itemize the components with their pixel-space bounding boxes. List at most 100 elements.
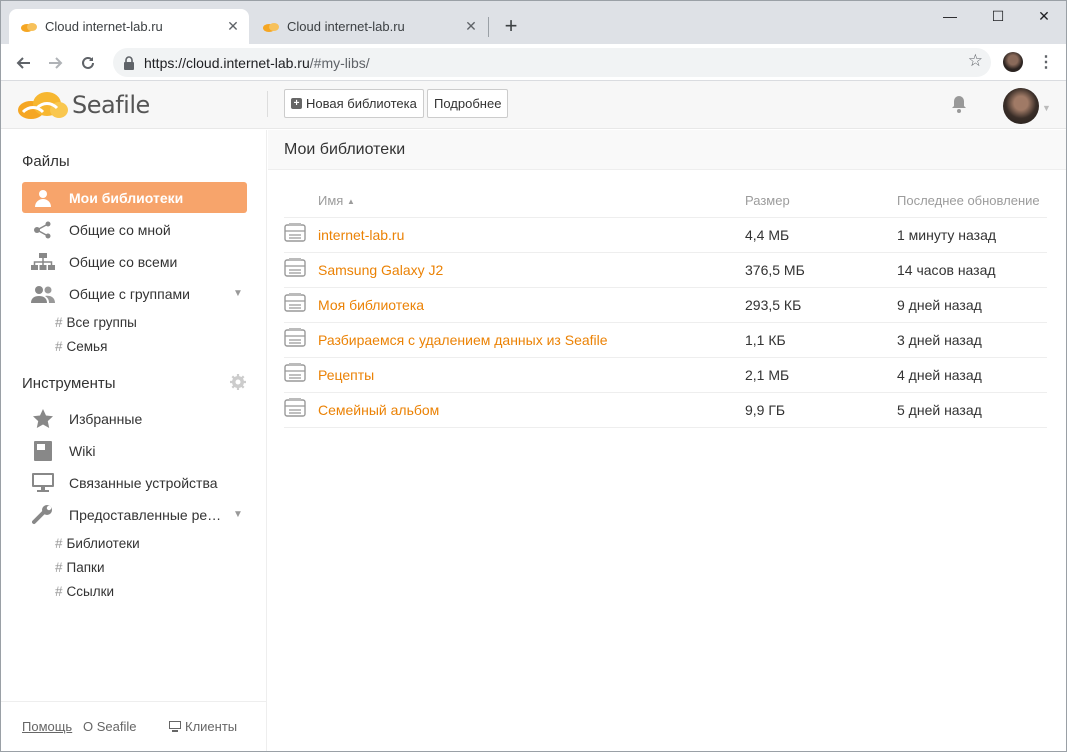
table-row[interactable]: internet-lab.ru 4,4 МБ 1 минуту назад: [284, 217, 1047, 253]
app-header: Seafile + Новая библиотека Подробнее: [1, 81, 1066, 129]
sidebar-item-shared-links[interactable]: Предоставленные ре… ▼: [22, 499, 247, 530]
main-header: Мои библиотеки: [268, 130, 1066, 170]
help-link[interactable]: Помощь: [22, 719, 72, 734]
close-window-button[interactable]: ✕: [1021, 5, 1067, 29]
hash-icon: #: [55, 536, 63, 551]
library-updated: 5 дней назад: [897, 392, 1047, 428]
table-row[interactable]: Рецепты 2,1 МБ 4 дней назад: [284, 357, 1047, 393]
sidebar-item-shared-with-all[interactable]: Общие со всеми: [22, 246, 247, 277]
tab-separator: [488, 17, 489, 37]
browser-profile-avatar[interactable]: [1003, 52, 1023, 72]
url-text: https://cloud.internet-lab.ru/#my-libs/: [144, 55, 370, 71]
sidebar-share-links[interactable]: # Ссылки: [55, 584, 114, 599]
about-link[interactable]: О Seafile: [83, 719, 136, 734]
clients-link[interactable]: Клиенты: [169, 719, 237, 734]
sort-up-icon: ▲: [346, 197, 355, 207]
sidebar-share-folders[interactable]: # Папки: [55, 560, 104, 575]
chevron-down-icon[interactable]: ▼: [229, 509, 247, 520]
library-table: Имя ▲ Размер Последнее обновление intern…: [284, 185, 1047, 428]
book-icon: [30, 440, 56, 462]
updated-column-header[interactable]: Последнее обновление: [897, 185, 1047, 218]
details-button[interactable]: Подробнее: [427, 89, 509, 118]
library-icon: [284, 357, 318, 393]
reload-icon[interactable]: [74, 49, 102, 77]
library-size: 2,1 МБ: [745, 357, 897, 393]
sidebar-item-label: Общие со всеми: [69, 253, 178, 270]
sidebar-group-all[interactable]: # Все группы: [55, 315, 137, 330]
size-column-header[interactable]: Размер: [745, 185, 897, 218]
sidebar-item-shared-with-groups[interactable]: Общие с группами ▼: [22, 278, 247, 309]
page-title: Мои библиотеки: [284, 141, 406, 158]
sidebar-footer: Помощь О Seafile Клиенты: [1, 701, 266, 751]
library-size: 376,5 МБ: [745, 252, 897, 288]
sidebar-item-starred[interactable]: Избранные: [22, 403, 247, 434]
header-divider: [267, 91, 268, 117]
library-name-link[interactable]: Моя библиотека: [318, 287, 745, 323]
table-row[interactable]: Семейный альбом 9,9 ГБ 5 дней назад: [284, 392, 1047, 428]
share-icon: [30, 219, 56, 241]
sidebar-sub-label: Семья: [66, 339, 108, 354]
org-tree-icon: [30, 251, 56, 273]
library-icon: [284, 217, 318, 253]
sidebar-item-label: Мои библиотеки: [69, 189, 184, 206]
new-library-button[interactable]: + Новая библиотека: [284, 89, 424, 118]
bookmark-star-icon[interactable]: ☆: [968, 51, 983, 71]
sidebar-sub-label: Ссылки: [66, 584, 115, 599]
hash-icon: #: [55, 560, 63, 575]
avatar-caret-icon[interactable]: ▼: [1042, 103, 1051, 113]
chevron-down-icon[interactable]: ▼: [229, 288, 247, 299]
library-name-link[interactable]: Samsung Galaxy J2: [318, 252, 745, 288]
sidebar-item-linked-devices[interactable]: Связанные устройства: [22, 467, 247, 498]
library-icon: [284, 287, 318, 323]
table-row[interactable]: Моя библиотека 293,5 КБ 9 дней назад: [284, 287, 1047, 323]
new-tab-button[interactable]: +: [497, 13, 525, 41]
tab-close-icon[interactable]: ✕: [223, 18, 243, 35]
library-size: 1,1 КБ: [745, 322, 897, 358]
browser-tab-active[interactable]: Cloud internet-lab.ru ✕: [9, 9, 249, 44]
gear-icon[interactable]: [230, 374, 246, 390]
library-updated: 9 дней назад: [897, 287, 1047, 323]
tab-close-icon[interactable]: ✕: [461, 18, 481, 35]
browser-menu-icon[interactable]: ⋮: [1036, 49, 1056, 77]
back-arrow-icon[interactable]: [9, 49, 37, 77]
monitor-icon: [169, 721, 181, 732]
library-rows: internet-lab.ru 4,4 МБ 1 минуту назад Samsu…: [284, 217, 1047, 428]
address-bar[interactable]: https://cloud.internet-lab.ru/#my-libs/ …: [113, 48, 991, 77]
tab-title: Cloud internet-lab.ru: [45, 19, 163, 34]
browser-toolbar: https://cloud.internet-lab.ru/#my-libs/ …: [1, 44, 1066, 81]
name-column-header[interactable]: Имя ▲: [318, 185, 745, 218]
sidebar-item-my-libraries[interactable]: Мои библиотеки: [22, 182, 247, 213]
table-row[interactable]: Разбираемся с удалением данных из Seafil…: [284, 322, 1047, 358]
library-name-link[interactable]: Рецепты: [318, 357, 745, 393]
library-name-link[interactable]: internet-lab.ru: [318, 217, 745, 253]
sidebar-item-label: Связанные устройства: [69, 474, 218, 491]
library-name-link[interactable]: Семейный альбом: [318, 392, 745, 428]
forward-arrow-icon[interactable]: [42, 49, 70, 77]
new-library-label: Новая библиотека: [306, 96, 417, 111]
seafile-logo[interactable]: Seafile: [17, 88, 150, 122]
files-heading: Файлы: [22, 153, 70, 170]
library-name-link[interactable]: Разбираемся с удалением данных из Seafil…: [318, 322, 745, 358]
sidebar-sub-label: Все группы: [66, 315, 137, 330]
library-size: 9,9 ГБ: [745, 392, 897, 428]
table-row[interactable]: Samsung Galaxy J2 376,5 МБ 14 часов назад: [284, 252, 1047, 288]
maximize-button[interactable]: ☐: [975, 5, 1021, 29]
library-icon: [284, 252, 318, 288]
user-avatar[interactable]: [1003, 88, 1039, 124]
library-size: 293,5 КБ: [745, 287, 897, 323]
sidebar-item-wiki[interactable]: Wiki: [22, 435, 247, 466]
hash-icon: #: [55, 584, 63, 599]
lock-icon: [124, 55, 134, 70]
group-icon: [30, 283, 56, 305]
sidebar-item-shared-with-me[interactable]: Общие со мной: [22, 214, 247, 245]
bell-icon[interactable]: [949, 94, 969, 114]
browser-tab[interactable]: Cloud internet-lab.ru ✕: [251, 9, 487, 44]
minimize-button[interactable]: —: [927, 5, 973, 29]
sidebar-group-family[interactable]: # Семья: [55, 339, 107, 354]
sidebar-share-libraries[interactable]: # Библиотеки: [55, 536, 140, 551]
library-icon: [284, 392, 318, 428]
table-header-row: Имя ▲ Размер Последнее обновление: [284, 185, 1047, 218]
sidebar-item-label: Предоставленные ре…: [69, 506, 222, 523]
seafile-logo-icon: [18, 92, 68, 119]
hash-icon: #: [55, 315, 63, 330]
